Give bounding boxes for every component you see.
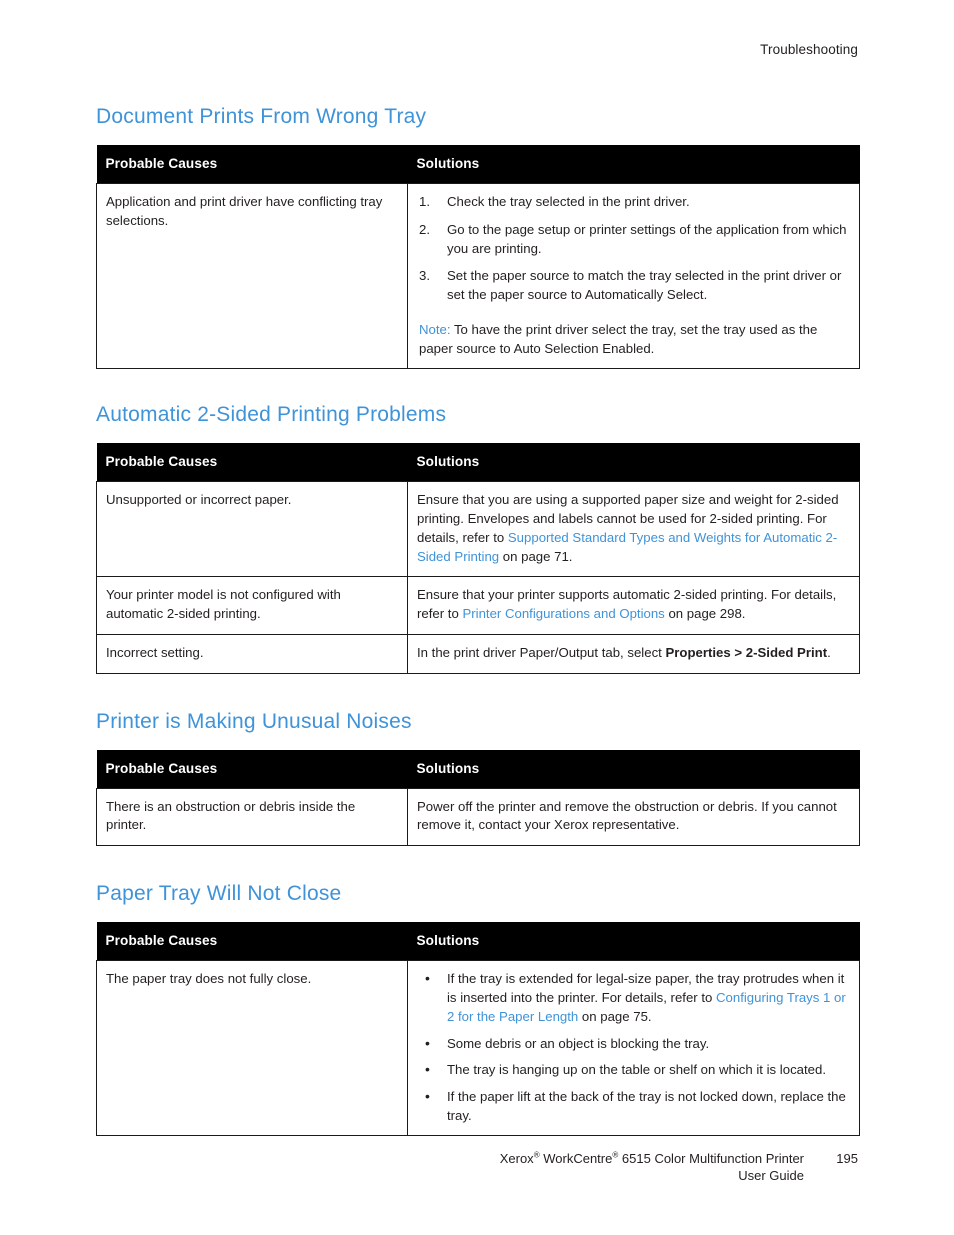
page-title: Paper Tray Will Not Close — [96, 882, 342, 906]
table-header-row: Probable Causes Solutions — [96, 922, 860, 961]
cause-cell: Your printer model is not configured wit… — [96, 576, 408, 635]
note-paragraph: Note: To have the print driver select th… — [419, 321, 849, 358]
rich-text: In the print driver Paper/Output tab, se… — [417, 644, 849, 663]
text-run: . — [827, 644, 831, 660]
cause-cell: Unsupported or incorrect paper. — [96, 481, 408, 578]
text-run: on page 298. — [664, 606, 746, 622]
note-text: To have the print driver select the tray… — [419, 321, 818, 356]
cause-cell: Incorrect setting. — [96, 634, 408, 674]
note-label: Note: — [419, 321, 451, 337]
rich-text: Ensure that your printer supports automa… — [417, 586, 849, 623]
troubleshooting-table-3: Probable Causes Solutions There is an ob… — [96, 749, 860, 847]
cross-reference-link[interactable]: Printer Configurations and Options — [462, 606, 664, 621]
column-header-solutions: Solutions — [407, 749, 860, 789]
cause-cell: There is an obstruction or debris inside… — [96, 787, 408, 847]
table-header-row: Probable Causes Solutions — [96, 145, 860, 184]
section-printer-is-making-unusual-noises: Printer is Making Unusual Noises Probabl… — [96, 709, 860, 847]
troubleshooting-table-1: Probable Causes Solutions Application an… — [96, 145, 860, 370]
text-run: The tray is hanging up on the table or s… — [447, 1062, 826, 1078]
section-automatic-2-sided-printing-problems: Automatic 2-Sided Printing Problems Prob… — [96, 403, 860, 674]
column-header-solutions: Solutions — [407, 922, 860, 961]
list-item: Go to the page setup or printer settings… — [419, 221, 847, 256]
column-header-probable-causes: Probable Causes — [96, 922, 408, 961]
page-title: Document Prints From Wrong Tray — [96, 105, 427, 128]
table-row: The paper tray does not fully close. If … — [96, 960, 860, 1137]
table-row: Application and print driver have confli… — [96, 183, 860, 370]
page-content: Document Prints From Wrong Tray Probable… — [96, 105, 860, 1137]
column-header-solutions: Solutions — [407, 443, 860, 482]
list-item: Some debris or an object is blocking the… — [417, 1034, 849, 1054]
table-row: Your printer model is not configured wit… — [96, 576, 860, 635]
footer-primary-line: Xerox® WorkCentre® 6515 Color Multifunct… — [96, 1151, 858, 1166]
text-run: In the print driver Paper/Output tab, se… — [417, 644, 666, 660]
page-number: 195 — [836, 1151, 858, 1166]
page-title: Automatic 2-Sided Printing Problems — [96, 403, 447, 427]
list-item: If the paper lift at the back of the tra… — [417, 1087, 849, 1125]
rich-text: Ensure that you are using a supported pa… — [417, 491, 849, 566]
solution-cell: In the print driver Paper/Output tab, se… — [407, 634, 860, 674]
section-document-prints-from-wrong-tray: Document Prints From Wrong Tray Probable… — [96, 105, 860, 370]
list-item: Set the paper source to match the tray s… — [419, 267, 842, 303]
page-title: Printer is Making Unusual Noises — [96, 709, 412, 733]
troubleshooting-table-2: Probable Causes Solutions Unsupported or… — [96, 443, 860, 674]
solution-ordered-list: Check the tray selected in the print dri… — [417, 193, 849, 305]
cause-cell: Application and print driver have confli… — [96, 183, 408, 370]
solution-bulleted-list: If the tray is extended for legal-size p… — [417, 969, 849, 1125]
text-run: Some debris or an object is blocking the… — [447, 1035, 710, 1051]
column-header-probable-causes: Probable Causes — [96, 443, 408, 482]
document-page: Troubleshooting Document Prints From Wro… — [0, 0, 954, 1235]
footer-guide-label: User Guide — [738, 1168, 804, 1183]
text-run: If the paper lift at the back of the tra… — [447, 1088, 846, 1123]
table-header-row: Probable Causes Solutions — [96, 443, 860, 482]
solution-cell: Ensure that your printer supports automa… — [407, 576, 860, 635]
footer-product-name: Xerox® WorkCentre® 6515 Color Multifunct… — [499, 1150, 804, 1166]
table-row: Unsupported or incorrect paper. Ensure t… — [96, 481, 860, 578]
page-footer: Xerox® WorkCentre® 6515 Color Multifunct… — [96, 1151, 858, 1183]
troubleshooting-table-4: Probable Causes Solutions The paper tray… — [96, 922, 860, 1137]
solution-cell: If the tray is extended for legal-size p… — [407, 960, 860, 1137]
cause-cell: The paper tray does not fully close. — [96, 960, 408, 1137]
text-run: Power off the printer and remove the obs… — [417, 798, 837, 833]
solution-cell: Check the tray selected in the print dri… — [407, 183, 860, 370]
column-header-probable-causes: Probable Causes — [96, 749, 408, 789]
list-item: The tray is hanging up on the table or s… — [417, 1060, 849, 1080]
solution-cell: Power off the printer and remove the obs… — [407, 787, 860, 847]
table-header-row: Probable Causes Solutions — [96, 749, 860, 789]
text-run: on page 75. — [578, 1008, 652, 1024]
list-item: Check the tray selected in the print dri… — [419, 193, 690, 211]
table-row: Incorrect setting. In the print driver P… — [96, 634, 860, 674]
running-header: Troubleshooting — [760, 42, 858, 57]
table-row: There is an obstruction or debris inside… — [96, 787, 860, 847]
list-item: If the tray is extended for legal-size p… — [417, 969, 849, 1026]
rich-text: Power off the printer and remove the obs… — [417, 798, 849, 835]
solution-cell: Ensure that you are using a supported pa… — [407, 481, 860, 578]
text-run: on page 71. — [499, 548, 573, 564]
emphasis-text: Properties > 2-Sided Print — [665, 644, 828, 660]
section-paper-tray-will-not-close: Paper Tray Will Not Close Probable Cause… — [96, 882, 860, 1137]
column-header-solutions: Solutions — [407, 145, 860, 184]
column-header-probable-causes: Probable Causes — [96, 145, 408, 184]
